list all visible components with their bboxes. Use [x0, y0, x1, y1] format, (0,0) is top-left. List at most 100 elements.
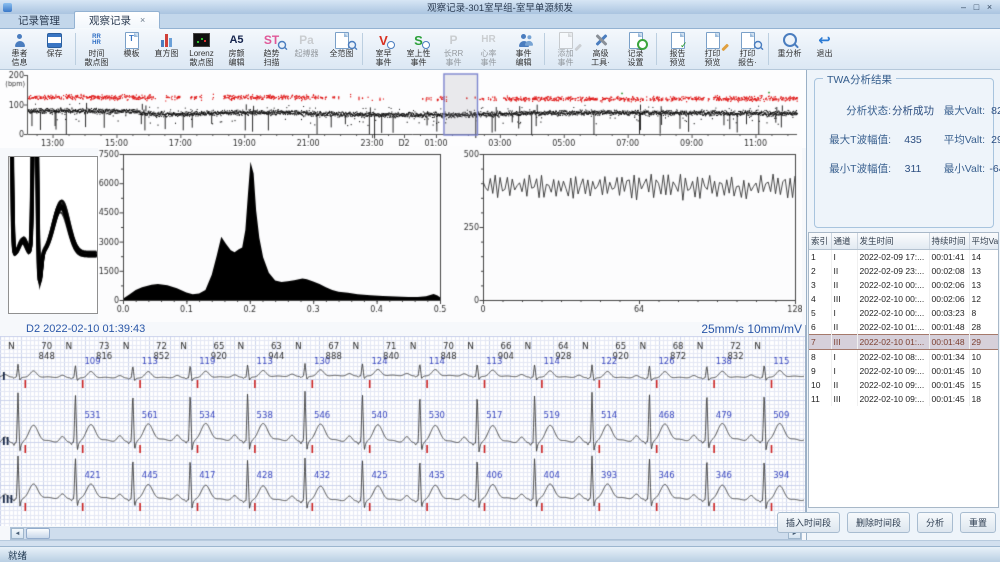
table-cell: I: [831, 306, 857, 320]
table-row[interactable]: 2II2022-02-09 23:...00:02:0813: [809, 264, 998, 278]
table-row[interactable]: 3II2022-02-10 00:...00:02:0613: [809, 278, 998, 292]
toolbar-button-hr-event: HR心率事件: [471, 30, 506, 68]
twa-summary-groupbox: TWA分析结果 分析状态:分析成功最大Valt:82最大T波幅值:435平均Va…: [814, 78, 994, 228]
table-cell: 2022-02-10 08:...: [857, 350, 929, 365]
toolbar-label: 全范图: [330, 50, 354, 59]
toolbar-button-report-preview[interactable]: ✓报告预览: [660, 30, 695, 68]
minimize-button[interactable]: –: [957, 1, 970, 13]
ecg-strips[interactable]: [0, 336, 806, 526]
ecg-scale-label: 25mm/s 10mm/mV: [640, 322, 802, 336]
table-row[interactable]: 7III2022-02-10 01:...00:01:4829: [809, 335, 998, 350]
toolbar-button-time-scatter[interactable]: RRHR时间散点图: [79, 30, 114, 68]
toolbar-button-lorenz-scatter[interactable]: Lorenz散点图: [184, 30, 219, 68]
toolbar-button-template[interactable]: T模板: [114, 30, 149, 68]
tab-close-icon[interactable]: ×: [140, 16, 145, 25]
maximize-button[interactable]: □: [970, 1, 983, 13]
table-cell: 18: [969, 392, 998, 406]
toolbar-button-advanced-tools[interactable]: 高级工具·: [583, 30, 618, 68]
button-分析[interactable]: 分析: [917, 512, 953, 533]
table-cell: 1: [809, 250, 831, 265]
toolbar-button-full-range[interactable]: 全范图: [324, 30, 359, 68]
ecg-scrollbar[interactable]: ◄ ►: [10, 527, 802, 540]
toolbar-label: 预览: [705, 59, 721, 68]
table-header[interactable]: 发生时间: [857, 233, 929, 250]
tab-observe-record[interactable]: 观察记录 ×: [74, 11, 160, 29]
twa-results-panel: TWA分析结果 分析状态:分析成功最大Valt:82最大T波幅值:435平均Va…: [806, 70, 1000, 540]
table-cell: III: [831, 292, 857, 306]
toolbar-label: 重分析: [778, 50, 802, 59]
toolbar-button-af-edit[interactable]: A5房颤编辑: [219, 30, 254, 68]
record-settings-icon: [624, 31, 648, 49]
stat-label: 最大T波幅值:: [819, 132, 891, 147]
table-header[interactable]: 平均Valt: [969, 233, 998, 250]
report-preview-icon: ✓: [666, 31, 690, 49]
toolbar-label: 事件: [558, 59, 574, 68]
table-cell: 13: [969, 278, 998, 292]
stat-value: 29: [985, 134, 1000, 146]
print-preview-icon: [701, 31, 725, 49]
toolbar-button-patient-info[interactable]: 患者信息: [2, 30, 37, 68]
toolbar-button-record-settings[interactable]: 记录设置: [618, 30, 653, 68]
toolbar-button-trend-scan[interactable]: ST趋势扫描: [254, 30, 289, 68]
toolbar-button-save[interactable]: 保存: [37, 30, 72, 68]
table-row[interactable]: 10II2022-02-10 09:...00:01:4515: [809, 378, 998, 392]
twa-episode-table[interactable]: 索引通道发生时间持续时间平均Valt1I2022-02-09 17:...00:…: [808, 232, 999, 508]
status-bar: 就绪: [0, 546, 1000, 562]
scrollbar-thumb[interactable]: [26, 528, 50, 539]
toolbar-label: 散点图: [190, 59, 214, 68]
status-text: 就绪: [8, 548, 27, 562]
table-cell: 11: [809, 392, 831, 406]
toolbar-label: 扫描: [264, 59, 280, 68]
table-cell: 00:01:48: [929, 335, 969, 350]
table-cell: II: [831, 278, 857, 292]
event-edit-icon: [512, 31, 536, 49]
twa-trend-chart[interactable]: [458, 146, 802, 322]
table-row[interactable]: 11III2022-02-10 09:...00:01:4518: [809, 392, 998, 406]
toolbar-separator: [362, 33, 363, 65]
table-row[interactable]: 4III2022-02-10 00:...00:02:0612: [809, 292, 998, 306]
toolbar-separator: [75, 33, 76, 65]
heart-rate-trend-chart[interactable]: [0, 70, 806, 148]
twa-action-buttons: 插入时间段删除时间段分析重置: [807, 512, 996, 533]
toolbar-button-print-preview[interactable]: 打印预览: [695, 30, 730, 68]
table-row[interactable]: 9I2022-02-10 09:...00:01:4510: [809, 364, 998, 378]
toolbar-button-print-report[interactable]: 打印报告·: [730, 30, 765, 68]
table-cell: 2022-02-10 09:...: [857, 378, 929, 392]
table-header[interactable]: 持续时间: [929, 233, 969, 250]
toolbar-button-exit[interactable]: ↩退出: [807, 30, 842, 68]
toolbar-label: 事件: [446, 59, 462, 68]
toolbar-button-histogram[interactable]: 直方图: [149, 30, 184, 68]
table-row[interactable]: 6II2022-02-10 01:...00:01:4828: [809, 320, 998, 335]
stat-label: 平均Valt:: [935, 132, 985, 147]
beat-template-panel[interactable]: [8, 156, 98, 314]
table-cell: III: [831, 335, 857, 350]
toolbar-label: 报告·: [738, 59, 757, 68]
table-header[interactable]: 通道: [831, 233, 857, 250]
table-header[interactable]: 索引: [809, 233, 831, 250]
table-row[interactable]: 1I2022-02-09 17:...00:01:4114: [809, 250, 998, 265]
toolbar-label: 事件: [376, 59, 392, 68]
button-重置[interactable]: 重置: [960, 512, 996, 533]
toolbar-separator: [656, 33, 657, 65]
toolbar-button-pvc-event[interactable]: V室早事件: [366, 30, 401, 68]
tab-record-management[interactable]: 记录管理: [4, 12, 74, 28]
toolbar-button-sv-event[interactable]: S室上性事件: [401, 30, 436, 68]
table-cell: 00:01:34: [929, 350, 969, 365]
button-插入时间段[interactable]: 插入时间段: [777, 512, 840, 533]
table-cell: 2022-02-09 23:...: [857, 264, 929, 278]
button-删除时间段[interactable]: 删除时间段: [847, 512, 910, 533]
toolbar-button-add-event: 添加事件: [548, 30, 583, 68]
table-cell: 10: [809, 378, 831, 392]
table-cell: 5: [809, 306, 831, 320]
scroll-left-arrow-icon[interactable]: ◄: [11, 528, 24, 539]
t-wave-histogram-chart[interactable]: [98, 146, 460, 322]
toolbar-button-reanalyze[interactable]: 重分析: [772, 30, 807, 68]
tab-label: 记录管理: [18, 13, 60, 28]
close-button[interactable]: ×: [983, 1, 996, 13]
long-rr-event-icon: P: [442, 31, 466, 49]
table-row[interactable]: 5I2022-02-10 00:...00:03:238: [809, 306, 998, 320]
table-cell: III: [831, 392, 857, 406]
toolbar-button-event-edit[interactable]: 事件编辑: [506, 30, 541, 68]
full-range-icon: [330, 31, 354, 49]
table-row[interactable]: 8I2022-02-10 08:...00:01:3410: [809, 350, 998, 365]
